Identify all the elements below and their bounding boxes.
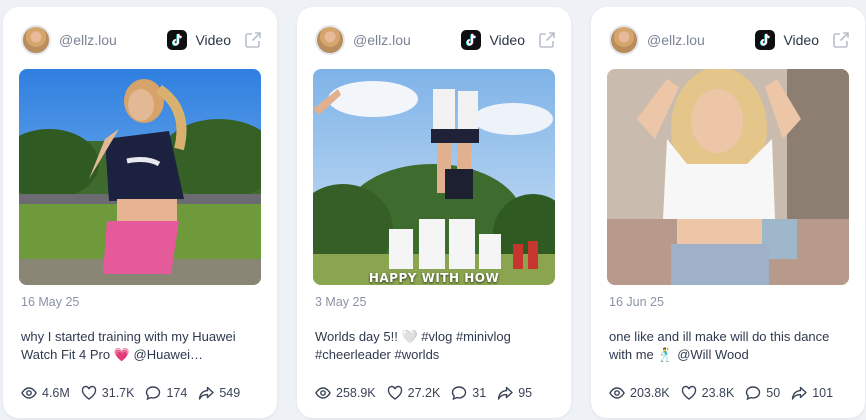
comments-stat: 31 <box>451 385 486 401</box>
post-description: one like and ill make will do this dance… <box>609 329 830 362</box>
tiktok-icon <box>167 30 188 50</box>
post-handle[interactable]: @ellz.lou <box>59 32 117 48</box>
comments-stat: 174 <box>145 385 187 401</box>
views-count: 203.8K <box>630 386 670 400</box>
video-thumbnail[interactable] <box>607 69 849 285</box>
likes-count: 31.7K <box>101 386 135 400</box>
external-link-icon[interactable] <box>243 30 263 50</box>
views-stat: 203.8K <box>609 385 670 401</box>
shares-count: 95 <box>518 386 533 400</box>
views-count: 258.9K <box>336 386 376 400</box>
likes-count: 27.2K <box>407 386 441 400</box>
shares-count: 549 <box>219 386 241 400</box>
post-type-label: Video <box>783 32 819 48</box>
tiktok-icon <box>461 30 482 50</box>
eye-icon <box>21 387 37 399</box>
avatar[interactable] <box>315 25 345 55</box>
comment-icon <box>746 386 761 401</box>
card-header: @ellz.lou Video <box>609 25 851 55</box>
post-type-label: Video <box>489 32 525 48</box>
post-date: 16 Jun 25 <box>609 295 664 309</box>
likes-stat: 31.7K <box>81 385 135 401</box>
views-count: 4.6M <box>42 386 70 400</box>
share-icon <box>498 386 513 400</box>
share-icon <box>792 386 807 400</box>
heart-icon <box>81 385 97 400</box>
external-link-icon[interactable] <box>537 30 557 50</box>
comments-count: 31 <box>472 386 487 400</box>
comment-icon <box>452 386 467 401</box>
external-link-icon[interactable] <box>831 30 851 50</box>
card-header: @ellz.lou Video <box>21 25 263 55</box>
eye-icon <box>315 387 331 399</box>
post-stats: 203.8K 23.8K 50 101 <box>609 383 855 403</box>
eye-icon <box>609 387 625 399</box>
video-caption-overlay: HAPPY WITH HOW <box>368 271 500 285</box>
share-icon <box>199 386 215 400</box>
post-type-label: Video <box>195 32 231 48</box>
shares-stat: 95 <box>497 385 532 401</box>
post-description: Worlds day 5!! 🤍 #vlog #minivlog #cheerl… <box>315 329 511 362</box>
comments-count: 50 <box>766 386 781 400</box>
post-date: 3 May 25 <box>315 295 367 309</box>
post-card[interactable]: @ellz.lou Video 16 May 25 why I started … <box>3 7 277 418</box>
post-stats: 4.6M 31.7K 174 549 <box>21 383 267 403</box>
video-thumbnail[interactable]: HAPPY WITH HOW <box>313 69 555 285</box>
shares-stat: 101 <box>791 385 833 401</box>
post-card[interactable]: @ellz.lou Video HAPPY WITH HOW 3 May 25 … <box>297 7 571 418</box>
shares-count: 101 <box>812 386 834 400</box>
card-header: @ellz.lou Video <box>315 25 557 55</box>
avatar[interactable] <box>21 25 51 55</box>
post-stats: 258.9K 27.2K 31 95 <box>315 383 561 403</box>
post-date: 16 May 25 <box>21 295 80 309</box>
comments-stat: 50 <box>745 385 780 401</box>
tiktok-icon <box>755 30 776 50</box>
video-thumbnail[interactable] <box>19 69 261 285</box>
post-card[interactable]: @ellz.lou Video 16 Jun 25 one like and i… <box>591 7 865 418</box>
post-handle[interactable]: @ellz.lou <box>647 32 705 48</box>
comment-icon <box>146 386 161 401</box>
comments-count: 174 <box>166 386 188 400</box>
likes-stat: 27.2K <box>387 385 441 401</box>
avatar[interactable] <box>609 25 639 55</box>
heart-icon <box>681 385 696 400</box>
likes-stat: 23.8K <box>681 385 735 401</box>
views-stat: 258.9K <box>315 385 376 401</box>
shares-stat: 549 <box>198 385 240 401</box>
post-description: why I started training with my Huawei Wa… <box>21 329 236 362</box>
likes-count: 23.8K <box>701 386 735 400</box>
post-handle[interactable]: @ellz.lou <box>353 32 411 48</box>
views-stat: 4.6M <box>21 385 70 401</box>
heart-icon <box>387 385 402 400</box>
